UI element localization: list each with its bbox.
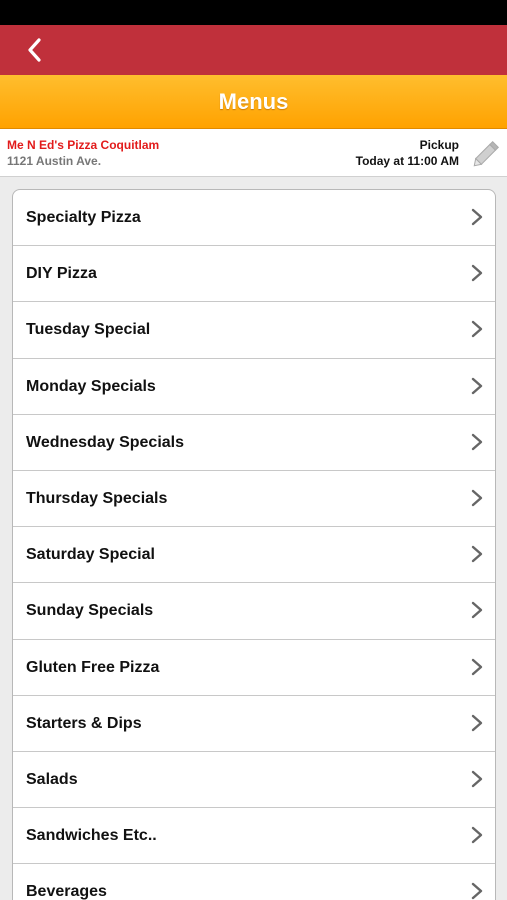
menu-list: Specialty Pizza DIY Pizza Tuesday Special M… xyxy=(12,189,496,900)
menu-item-label: Salads xyxy=(26,770,78,788)
menu-item[interactable]: Thursday Specials xyxy=(13,471,495,528)
order-time: Today at 11:00 AM xyxy=(355,154,459,168)
order-info-bar: Me N Ed's Pizza Coquitlam 1121 Austin Av… xyxy=(0,129,507,177)
store-name: Me N Ed's Pizza Coquitlam xyxy=(7,138,160,152)
chevron-right-icon xyxy=(471,770,483,788)
menu-item[interactable]: Salads xyxy=(13,752,495,809)
menu-item-label: Thursday Specials xyxy=(26,489,168,507)
page-title: Menus xyxy=(218,89,289,114)
menu-item[interactable]: Wednesday Specials xyxy=(13,415,495,471)
chevron-right-icon xyxy=(471,545,483,563)
back-button[interactable] xyxy=(18,33,52,67)
menu-item-label: Sunday Specials xyxy=(26,602,154,620)
menu-item[interactable]: Beverages xyxy=(13,864,495,900)
chevron-right-icon xyxy=(471,714,483,731)
menu-item[interactable]: DIY Pizza xyxy=(13,246,495,303)
chevron-right-icon xyxy=(471,377,483,394)
chevron-right-icon xyxy=(471,321,483,338)
chevron-right-icon xyxy=(471,658,483,675)
chevron-right-icon xyxy=(471,208,483,226)
menu-item-label: Wednesday Specials xyxy=(26,433,184,451)
menu-item[interactable]: Monday Specials xyxy=(13,359,495,415)
order-type: Pickup xyxy=(419,138,459,152)
menu-item[interactable]: Sandwiches Etc.. xyxy=(13,808,495,865)
menu-item-label: Monday Specials xyxy=(26,377,156,395)
chevron-right-icon xyxy=(471,264,483,282)
chevron-right-icon xyxy=(471,602,483,619)
menu-item-label: Sandwiches Etc.. xyxy=(26,827,157,845)
chevron-right-icon xyxy=(471,826,483,844)
chevron-right-icon xyxy=(471,433,483,450)
menu-item[interactable]: Sunday Specials xyxy=(13,583,495,640)
store-address: 1121 Austin Ave. xyxy=(7,154,102,168)
edit-order-button[interactable] xyxy=(469,135,505,171)
menu-item-label: DIY Pizza xyxy=(26,265,97,283)
pencil-icon xyxy=(473,140,500,167)
nav-bar xyxy=(0,25,507,75)
menu-item-label: Saturday Special xyxy=(26,546,155,564)
chevron-left-icon xyxy=(28,38,41,62)
menu-item[interactable]: Saturday Special xyxy=(13,527,495,584)
title-bar: Menus xyxy=(0,75,507,129)
menu-item[interactable]: Starters & Dips xyxy=(13,696,495,752)
menu-item[interactable]: Specialty Pizza xyxy=(13,190,495,247)
menu-item-label: Specialty Pizza xyxy=(26,209,141,226)
chevron-right-icon xyxy=(471,883,483,900)
menu-item-label: Tuesday Special xyxy=(26,321,151,339)
menu-item-label: Gluten Free Pizza xyxy=(26,658,160,676)
menu-item[interactable]: Tuesday Special xyxy=(13,302,495,359)
menu-item[interactable]: Gluten Free Pizza xyxy=(13,640,495,696)
status-bar xyxy=(0,0,507,25)
chevron-right-icon xyxy=(471,489,483,507)
menu-item-label: Beverages xyxy=(26,883,107,900)
menu-item-label: Starters & Dips xyxy=(26,714,142,732)
